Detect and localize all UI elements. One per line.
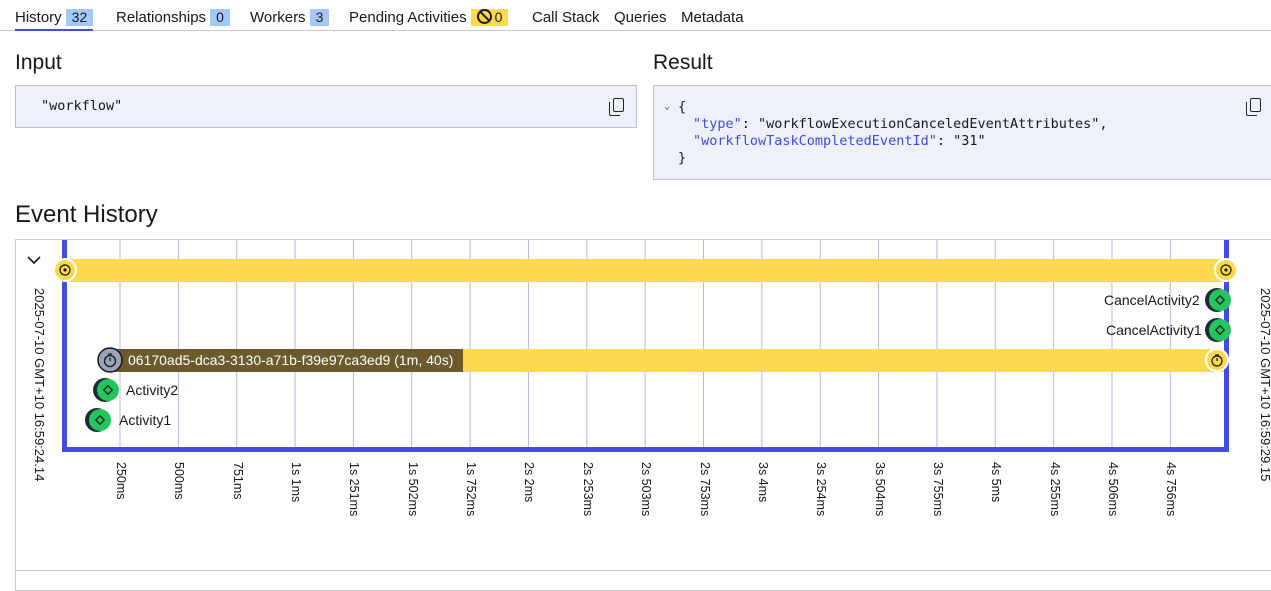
event-label-activity1[interactable]: Activity1 (119, 412, 171, 428)
timeline-tick-label: 2s 503ms (639, 462, 654, 517)
timeline-tick-label: 500ms (172, 462, 187, 500)
timeline-tick-label: 4s 506ms (1105, 462, 1120, 517)
timeline-tick-label: 3s 755ms (930, 462, 945, 517)
timeline-tick-label: 3s 504ms (872, 462, 887, 517)
result-code-block: ⌄ { "type": "workflowExecutionCanceledEv… (653, 85, 1271, 180)
tab-workers[interactable]: Workers 3 (250, 9, 330, 29)
copy-icon[interactable] (1246, 98, 1262, 116)
result-task-value: "31" (953, 133, 986, 149)
result-type-key: "type" (693, 116, 742, 132)
result-close-brace: } (678, 150, 687, 166)
tab-bar: History 32 Relationships 0 Workers 3 Pendin… (0, 0, 1271, 31)
activity1-marker-icon[interactable] (85, 408, 111, 432)
tab-history[interactable]: History 32 (15, 9, 94, 31)
result-open-brace: { (678, 99, 687, 115)
tab-workers-label: Workers (250, 9, 306, 26)
event-timeline: 06170ad5-dca3-3130-a71b-f39e97ca3ed9 (1m… (15, 239, 1271, 591)
tab-call-stack[interactable]: Call Stack (532, 9, 600, 29)
result-heading: Result (653, 51, 713, 74)
timeline-tick-label: 1s 502ms (405, 462, 420, 517)
timeline-tick-label: 1s 1ms (289, 462, 304, 503)
timeline-tick-label: 3s 254ms (814, 462, 829, 517)
input-heading: Input (15, 51, 62, 74)
input-code-block: "workflow" (15, 85, 637, 128)
timeline-end-time: 2025-07-10 GMT+10 16:59:29.15 (1258, 288, 1271, 482)
event-history-heading: Event History (15, 201, 158, 228)
collapse-json-chevron-icon[interactable]: ⌄ (664, 101, 670, 112)
tab-queries[interactable]: Queries (614, 9, 667, 29)
event-label-activity2[interactable]: Activity2 (126, 382, 178, 398)
tab-history-label: History (15, 9, 62, 26)
copy-icon[interactable] (609, 98, 625, 116)
tab-relationships-label: Relationships (116, 9, 207, 26)
workflow-execution-bar[interactable] (64, 259, 1227, 282)
result-task-line: "workflowTaskCompletedEventId": "31" (693, 133, 986, 149)
timeline-tick-label: 1s 752ms (464, 462, 479, 517)
timeline-tick-label: 2s 253ms (580, 462, 595, 517)
timeline-tick-label: 250ms (114, 462, 128, 500)
event-label-cancel-activity2[interactable]: CancelActivity2 (1104, 292, 1200, 308)
cancel-activity1-marker-icon[interactable] (1205, 318, 1231, 342)
workflow-start-icon (53, 258, 77, 282)
result-task-key: "workflowTaskCompletedEventId" (693, 133, 937, 149)
tab-relationships[interactable]: Relationships 0 (116, 9, 230, 29)
workflow-end-icon (1214, 258, 1238, 282)
prohibited-icon (476, 9, 492, 24)
timeline-tick-label: 3s 4ms (755, 462, 770, 503)
cancel-activity2-marker-icon[interactable] (1205, 288, 1231, 312)
tab-metadata[interactable]: Metadata (681, 9, 744, 29)
timeline-chart (53, 240, 1238, 452)
timeline-start-time: 2025-07-10 GMT+10 16:59:24.14 (32, 288, 47, 482)
history-count-badge: 32 (65, 9, 94, 26)
timeline-tick-label: 2s 753ms (697, 462, 712, 517)
result-type-line: "type": "workflowExecutionCanceledEventA… (693, 116, 1108, 132)
timeline-divider (16, 570, 1271, 571)
input-value: "workflow" (41, 98, 123, 114)
child-workflow-label[interactable]: 06170ad5-dca3-3130-a71b-f39e97ca3ed9 (1m… (128, 352, 453, 368)
tab-call-stack-label: Call Stack (532, 9, 600, 26)
timeline-bottom-border (62, 447, 1229, 452)
timeline-tick-label: 4s 5ms (989, 462, 1004, 503)
event-label-cancel-activity1[interactable]: CancelActivity1 (1106, 322, 1202, 338)
tab-queries-label: Queries (614, 9, 667, 26)
timer-icon (97, 347, 123, 373)
result-type-value: "workflowExecutionCanceledEventAttribute… (758, 116, 1108, 132)
pending-activities-badge: 0 (470, 9, 509, 26)
timeline-tick-label: 4s 255ms (1047, 462, 1062, 517)
tab-metadata-label: Metadata (681, 9, 744, 26)
relationships-count-badge: 0 (210, 9, 230, 26)
tab-pending-activities[interactable]: Pending Activities 0 (349, 9, 509, 29)
pending-activities-count: 0 (494, 9, 503, 25)
timeline-tick-label: 4s 756ms (1164, 462, 1179, 517)
workers-count-badge: 3 (309, 9, 330, 26)
timeline-tick-label: 751ms (230, 462, 245, 500)
timeline-tick-label: 1s 251ms (347, 462, 362, 517)
activity2-marker-icon[interactable] (93, 378, 119, 402)
tab-pending-activities-label: Pending Activities (349, 9, 467, 26)
timeline-tick-label: 2s 2ms (522, 462, 537, 503)
timer-icon (1205, 348, 1229, 372)
